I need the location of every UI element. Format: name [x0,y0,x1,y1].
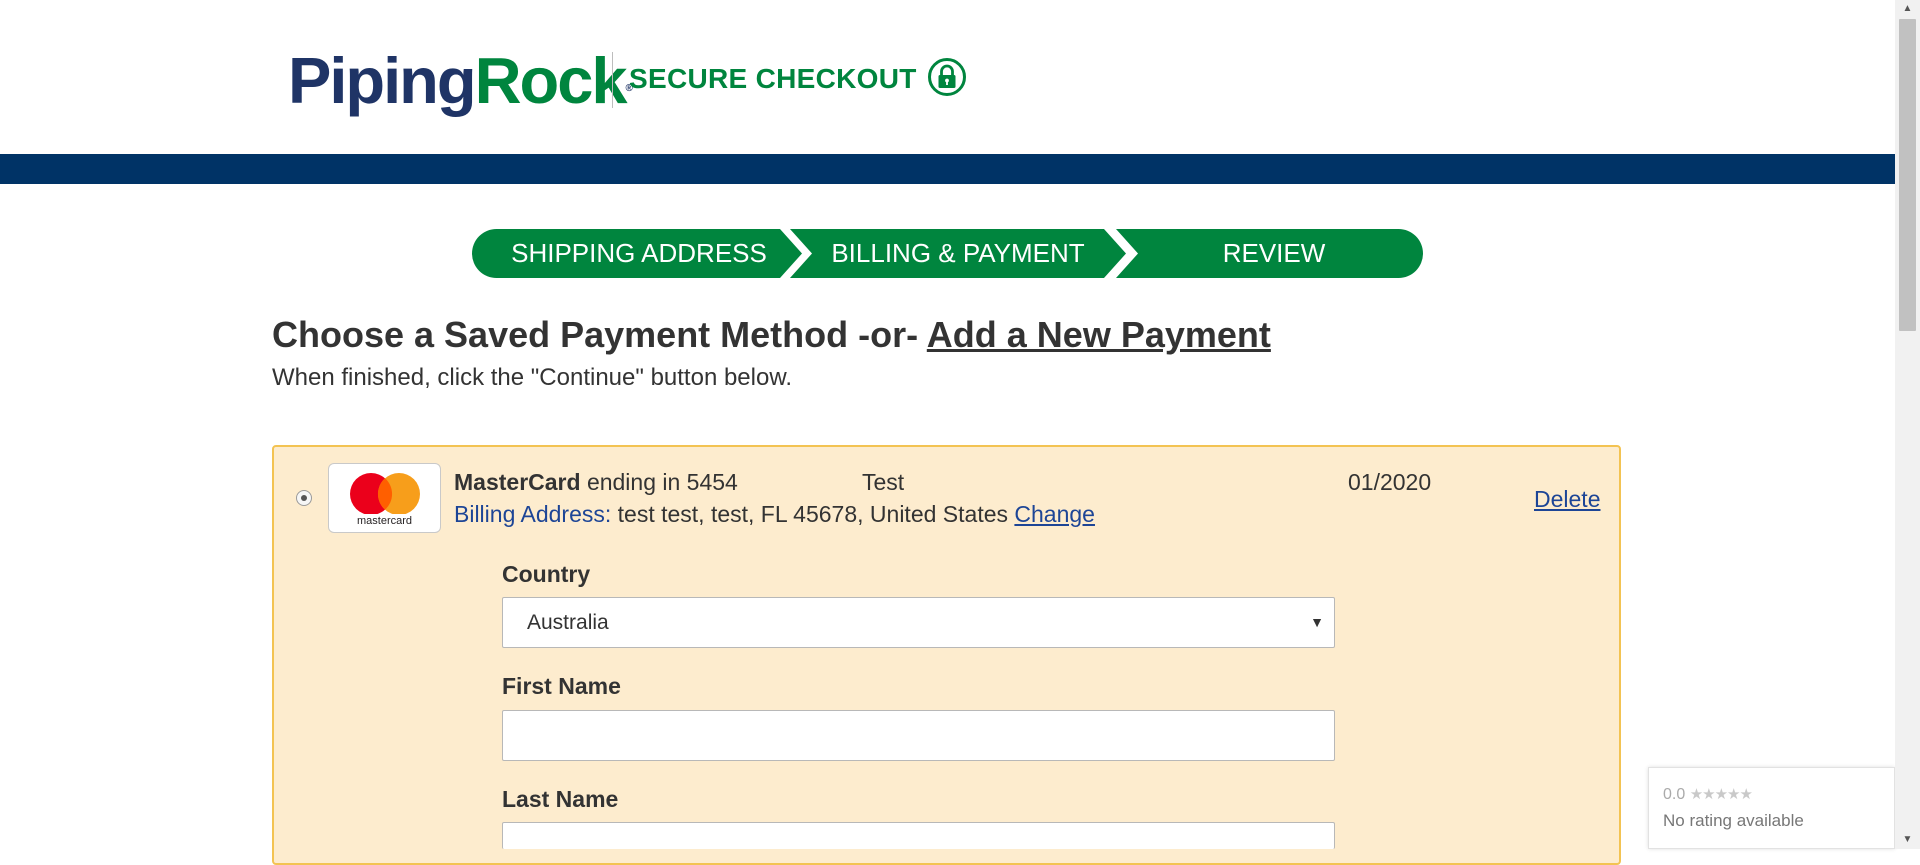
delete-card-link[interactable]: Delete [1534,484,1600,514]
store-rating-badge[interactable]: 0.0 ★★★★★ No rating available [1648,767,1895,849]
mastercard-logo-icon: mastercard [328,463,441,533]
header-nav-bar [0,154,1895,184]
country-label: Country [502,561,591,587]
step-billing-payment[interactable]: BILLING & PAYMENT [808,229,1108,278]
rating-stars-icon: ★★★★★ [1689,786,1753,803]
country-select-value: Australia [527,611,609,634]
chevron-down-icon: ▼ [1310,614,1324,630]
secure-checkout-title: SECURE CHECKOUT [629,63,917,94]
billing-address-label: Billing Address [454,501,605,527]
card-expiry: 01/2020 [1348,469,1432,495]
last-name-label: Last Name [502,786,619,812]
rating-score: 0.0 ★★★★★ [1663,786,1753,804]
change-billing-address-link[interactable]: Change [1014,501,1095,527]
billing-address-colon: : [604,501,612,527]
billing-address-value: test test, test, FL 45678, United States [617,501,1009,527]
piping-rock-logo[interactable]: PipingRock® [288,44,633,117]
lock-icon [928,58,966,96]
mastercard-logo-text: mastercard [356,515,413,527]
page-scrollbar[interactable]: ▲ ▼ [1895,0,1920,849]
add-new-payment-link[interactable]: Add a New Payment [927,314,1271,355]
step-shipping-address[interactable]: SHIPPING ADDRESS [484,229,794,278]
first-name-label: First Name [502,673,621,699]
country-select[interactable]: Australia ▼ [502,597,1335,648]
mastercard-circles-icon [350,473,420,514]
card-holder-name: Test [862,469,905,495]
logo-text-piping: Piping [288,44,477,117]
card-brand: MasterCard [454,469,581,495]
rating-text: No rating available [1663,811,1804,830]
step-review[interactable]: REVIEW [1134,229,1414,278]
payment-method-title: Choose a Saved Payment Method -or- Add a… [272,313,1271,357]
billing-address-line: Billing Address: test test, test, FL 456… [454,499,1095,529]
scrollbar-thumb[interactable] [1899,19,1916,331]
rating-score-value: 0.0 [1663,786,1686,803]
scroll-down-arrow-icon[interactable]: ▼ [1895,831,1920,849]
checkout-progress-steps: SHIPPING ADDRESS BILLING & PAYMENT REVIE… [472,229,1423,278]
payment-title-prefix: Choose a Saved Payment Method -or- [272,314,919,355]
card-ending: ending in 5454 [586,469,738,495]
logo-text-rock: Rock [474,44,628,117]
scroll-up-arrow-icon[interactable]: ▲ [1895,0,1920,18]
last-name-field[interactable] [502,822,1335,849]
payment-instructions: When finished, click the "Continue" butt… [272,364,793,391]
header-divider [612,52,613,108]
saved-card-radio-dot [301,495,307,501]
first-name-field[interactable] [502,710,1335,761]
card-description: MasterCard ending in 5454 [454,467,738,497]
